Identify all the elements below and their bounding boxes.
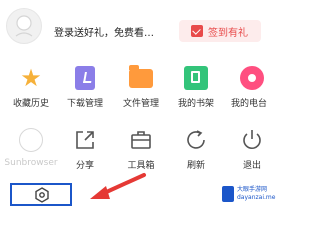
signin-button[interactable]: 签到有礼 [179,20,261,42]
folder-icon [129,65,153,88]
watermark-text: 大眼手游网 dayanzai.me [237,186,275,202]
menu-item-label: 我的书架 [177,99,214,109]
browser-icon [19,128,43,152]
annotation-arrow-icon [90,173,146,199]
menu-item-refresh[interactable]: 刷新 [169,128,223,174]
star-icon: ★ [20,64,42,92]
menu-item-browser[interactable]: Sunbrowser [4,128,58,174]
menu-item-share[interactable]: 分享 [58,128,112,174]
menu-item-exit[interactable]: 退出 [225,128,279,174]
menu-item-label: 下载管理 [66,99,103,109]
menu-item-radio[interactable]: 我的电台 [225,66,279,112]
toolbox-icon [129,128,153,152]
menu-item-label: 刷新 [186,161,205,171]
menu-item-toolbox[interactable]: 工具箱 [114,128,168,174]
radio-icon [240,66,264,90]
menu-item-files[interactable]: 文件管理 [114,65,168,112]
menu-item-label: 工具箱 [127,161,155,171]
menu-item-label: 我的电台 [231,99,268,109]
menu-item-label: Sunbrowser [4,158,58,168]
menu-item-label: 收藏历史 [12,99,49,109]
download-icon [75,66,95,90]
settings-highlight[interactable] [10,183,72,206]
refresh-icon [184,128,208,152]
menu-item-label: 分享 [75,161,94,171]
power-icon [240,128,264,152]
menu-item-bookshelf[interactable]: 我的书架 [169,66,223,112]
watermark: 大眼手游网 dayanzai.me [222,182,275,208]
menu-item-downloads[interactable]: 下载管理 [58,66,112,112]
bookshelf-icon [184,66,208,90]
menu-item-favorites[interactable]: ★ 收藏历史 [4,66,58,112]
signin-label: 签到有礼 [208,28,248,39]
watermark-line1: 大眼手游网 [237,186,268,193]
avatar-icon [15,15,33,37]
menu-item-label: 退出 [242,161,261,171]
share-icon [73,128,97,152]
calendar-check-icon [191,25,203,37]
settings-icon[interactable] [34,187,50,203]
avatar[interactable] [6,8,42,44]
menu-item-label: 文件管理 [122,99,159,109]
login-prompt[interactable]: 登录送好礼，免费看… [54,24,154,39]
watermark-logo-icon [222,186,234,202]
watermark-line2: dayanzai.me [237,194,276,201]
